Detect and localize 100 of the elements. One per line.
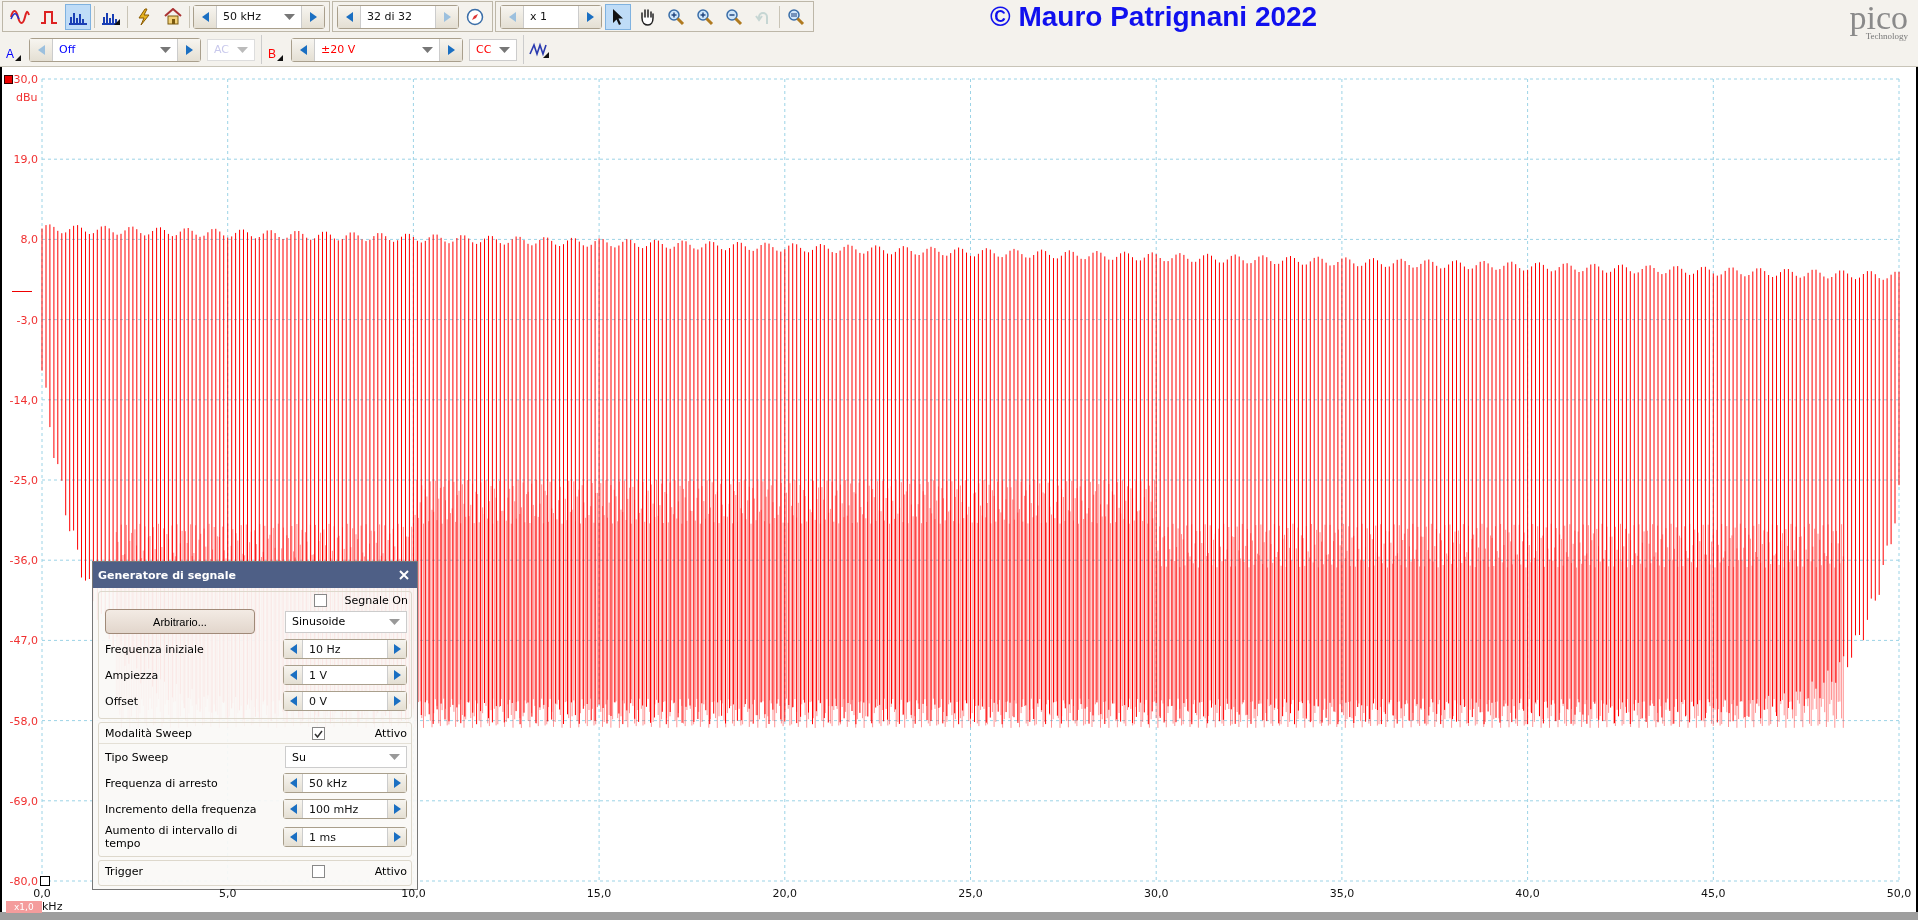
previous-button[interactable] xyxy=(284,666,302,684)
close-icon xyxy=(399,570,409,580)
right-arrow-icon xyxy=(393,670,401,680)
next-button[interactable] xyxy=(388,774,406,792)
tool-button[interactable] xyxy=(605,3,631,30)
dropdown-value: Su xyxy=(292,750,306,764)
checkbox[interactable] xyxy=(311,727,325,740)
value-text: x 1 xyxy=(530,10,547,23)
value-text: 1 ms xyxy=(309,830,336,844)
signal-on-checkbox[interactable]: Segnale On xyxy=(313,594,408,607)
compass-icon xyxy=(466,7,484,26)
y-axis-label: -25,0 xyxy=(9,473,38,487)
next-button[interactable] xyxy=(388,640,406,658)
right-arrow-icon xyxy=(393,778,401,788)
x-axis-label: 30,0 xyxy=(1143,887,1169,900)
dropdown-value: Sinusoide xyxy=(292,615,346,628)
channel-marker xyxy=(4,75,13,84)
caret-icon xyxy=(160,46,171,53)
value-text: ±20 V xyxy=(321,43,356,56)
x-axis-label: 10,0 xyxy=(401,887,426,900)
house-icon xyxy=(164,8,182,25)
field-label: Frequenza di arresto xyxy=(105,776,218,790)
lightning-icon xyxy=(136,7,152,26)
right-arrow-icon xyxy=(447,44,455,55)
next-button[interactable] xyxy=(388,800,406,818)
axis-unit: kHz xyxy=(42,900,63,913)
value-text: 50 kHz xyxy=(223,10,261,23)
scale-badge: x1,0 xyxy=(6,901,42,913)
left-arrow-icon xyxy=(37,44,45,55)
previous-button[interactable] xyxy=(284,800,302,818)
dialog-title: Generatore di segnale xyxy=(98,568,236,582)
previous-button[interactable] xyxy=(284,640,302,658)
next-button[interactable] xyxy=(388,666,406,684)
left-arrow-icon xyxy=(201,11,209,22)
next-button[interactable] xyxy=(440,38,463,61)
next-button[interactable] xyxy=(579,5,601,28)
hand-icon xyxy=(638,7,656,26)
zoom-out-icon xyxy=(725,7,743,26)
x-axis-label: 20,0 xyxy=(772,887,798,900)
checkbox[interactable] xyxy=(313,594,327,607)
x-axis-label: 0,0 xyxy=(33,887,51,900)
next-button[interactable] xyxy=(178,38,200,61)
right-arrow-icon xyxy=(443,11,451,22)
field-label: Frequenza iniziale xyxy=(105,642,204,656)
section-title: Trigger xyxy=(105,865,143,878)
value-text: 100 mHz xyxy=(309,802,359,816)
left-arrow-icon xyxy=(345,11,353,22)
coupling-text: CC xyxy=(476,43,492,56)
caret-icon xyxy=(389,618,400,625)
previous-button[interactable] xyxy=(292,38,315,61)
x-axis-label: 35,0 xyxy=(1329,887,1355,900)
value-text: 10 Hz xyxy=(309,642,341,656)
caret-icon xyxy=(237,46,249,53)
checkbox[interactable] xyxy=(311,865,325,878)
sweep-type-dropdown[interactable]: Su xyxy=(285,746,407,768)
x-axis-label: 15,0 xyxy=(586,887,612,900)
value-text: 1 V xyxy=(309,668,328,682)
offset-marker xyxy=(12,291,32,292)
y-axis-label: -3,0 xyxy=(16,313,38,327)
square-wave-icon xyxy=(40,9,58,24)
checkbox-label: Segnale On xyxy=(344,594,408,607)
right-arrow-icon xyxy=(309,11,317,22)
x-axis-label: 50,0 xyxy=(1886,887,1912,900)
sweep-checkbox[interactable]: Attivo xyxy=(311,727,407,740)
field-label: Incremento della frequenza xyxy=(105,802,257,816)
previous-button[interactable] xyxy=(194,5,216,28)
left-arrow-icon xyxy=(299,44,307,55)
coupling-dropdown[interactable]: CC xyxy=(469,38,518,61)
zoom-in-icon xyxy=(696,7,714,26)
trigger-checkbox[interactable]: Attivo xyxy=(311,865,407,878)
left-arrow-icon xyxy=(508,11,516,22)
right-arrow-icon xyxy=(393,832,401,842)
value-text: 32 di 32 xyxy=(367,10,413,23)
value-text: 0 V xyxy=(309,694,328,708)
right-arrow-icon xyxy=(393,644,401,654)
next-button[interactable] xyxy=(388,692,406,710)
previous-button[interactable] xyxy=(284,828,302,846)
waveform-dropdown[interactable]: Sinusoide xyxy=(285,610,407,633)
left-arrow-icon xyxy=(289,696,297,706)
channel-button[interactable]: A xyxy=(4,38,23,61)
field-label: Tipo Sweep xyxy=(105,750,169,764)
next-button[interactable] xyxy=(388,828,406,846)
next-button[interactable] xyxy=(302,5,324,28)
caret-icon xyxy=(499,46,511,53)
x-axis-label: 5,0 xyxy=(218,887,237,900)
caret-icon xyxy=(284,13,295,20)
arbitrary-button[interactable]: Arbitrario... xyxy=(105,609,255,634)
previous-button[interactable] xyxy=(284,774,302,792)
right-arrow-icon xyxy=(393,804,401,814)
x-axis-label: 45,0 xyxy=(1701,887,1726,900)
right-arrow-icon xyxy=(586,11,594,22)
close-button[interactable] xyxy=(397,568,411,582)
left-arrow-icon xyxy=(289,804,297,814)
view-mode-button[interactable] xyxy=(65,3,91,30)
caret-icon xyxy=(422,46,434,53)
channel-button[interactable]: B xyxy=(266,38,286,61)
right-arrow-icon xyxy=(185,44,193,55)
left-arrow-icon xyxy=(289,644,297,654)
previous-button[interactable] xyxy=(338,5,360,28)
previous-button[interactable] xyxy=(284,692,302,710)
